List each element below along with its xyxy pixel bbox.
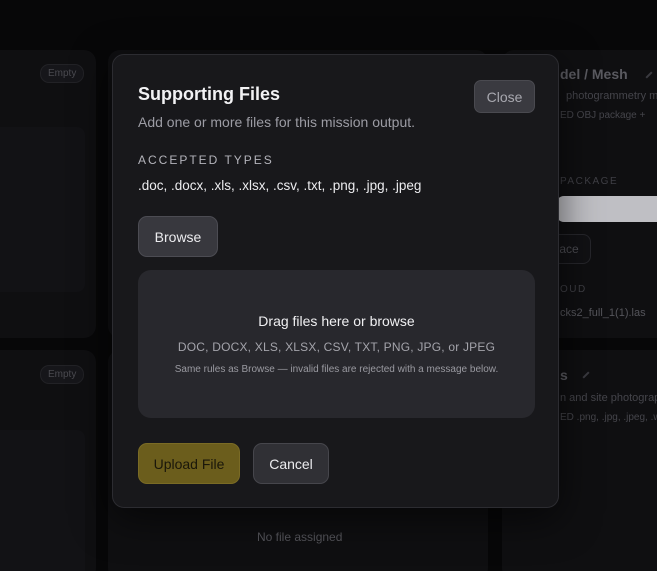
close-button[interactable]: Close [474, 80, 535, 113]
bg-model-format: ED OBJ package + [560, 110, 646, 121]
bg-photos-title: s [560, 367, 568, 383]
bg-photos-desc: n and site photograph [560, 392, 657, 404]
bg-card-left-top-preview [0, 127, 85, 292]
dropzone-title: Drag files here or browse [258, 313, 415, 329]
bg-cloud-label: OUD [560, 284, 587, 295]
bg-no-file-text: No file assigned [257, 530, 343, 544]
cancel-button[interactable]: Cancel [253, 443, 329, 484]
accepted-types-list: .doc, .docx, .xls, .xlsx, .csv, .txt, .p… [138, 178, 422, 193]
upload-file-button[interactable]: Upload File [138, 443, 240, 484]
dropzone-note: Same rules as Browse — invalid files are… [174, 364, 499, 375]
supporting-files-modal: Supporting Files Add one or more files f… [112, 54, 559, 508]
dropzone-types: DOC, DOCX, XLS, XLSX, CSV, TXT, PNG, JPG… [177, 340, 496, 354]
bg-model-mesh-title: del / Mesh [560, 66, 628, 82]
modal-title: Supporting Files [138, 84, 280, 104]
modal-subtitle: Add one or more files for this mission o… [138, 114, 416, 130]
bg-package-select: V [556, 196, 657, 222]
bg-empty-badge: Empty [40, 365, 85, 384]
app-root: Empty Empty No file assigned del / Mesh … [0, 0, 657, 571]
bg-package-label: PACKAGE [560, 176, 619, 187]
file-dropzone[interactable]: Drag files here or browse DOC, DOCX, XLS… [138, 270, 535, 418]
bg-empty-badge: Empty [40, 64, 85, 83]
bg-model-desc: photogrammetry m [566, 90, 657, 102]
bg-photos-format: ED .png, .jpg, .jpeg, .w [560, 412, 657, 423]
browse-button[interactable]: Browse [138, 216, 218, 257]
bg-replace-label: ace [559, 242, 579, 256]
accepted-types-label: ACCEPTED TYPES [138, 153, 274, 167]
bg-card-left-bottom-preview [0, 430, 85, 571]
bg-cloud-file: cks2_full_1(1).las [560, 307, 646, 319]
